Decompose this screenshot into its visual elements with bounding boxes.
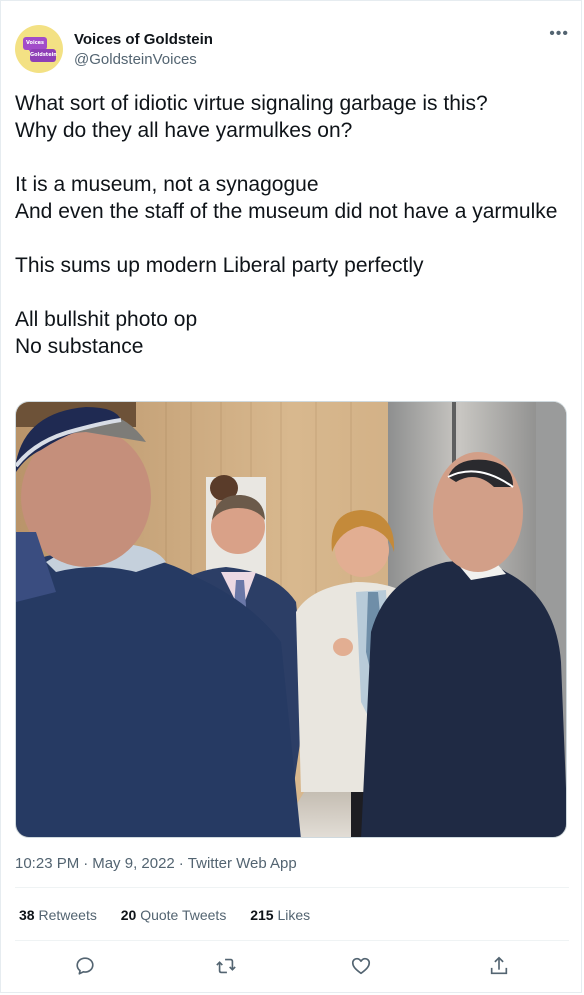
likes-label: Likes [277,907,311,923]
reply-icon [76,957,94,975]
tweet-source[interactable]: Twitter Web App [188,855,297,872]
quote-tweets-count: 20 [120,907,137,923]
like-button[interactable] [347,952,375,980]
tweet-header: Voices of Goldstein Voices of Goldstein … [15,25,571,77]
heart-icon [351,957,371,975]
tweet-photo[interactable] [15,401,567,838]
avatar-logo-bottom: Goldstein [30,49,57,62]
meta-separator: · [83,855,89,872]
author-handle[interactable]: @GoldsteinVoices [74,51,197,68]
tweet-card: Voices of Goldstein Voices of Goldstein … [0,0,582,993]
quote-tweets-label: Quote Tweets [140,907,227,923]
tweet-actions [15,952,569,980]
tweet-time[interactable]: 10:23 PM [15,855,79,872]
retweet-button[interactable] [212,952,240,980]
tweet-date[interactable]: May 9, 2022 [92,855,175,872]
retweets-label: Retweets [38,907,97,923]
divider [15,887,569,888]
tweet-stats: 38 Retweets 20 Quote Tweets 215 Likes [19,907,330,923]
divider [15,940,569,941]
retweets-count: 38 [19,907,35,923]
retweet-icon [216,958,236,974]
share-icon [490,956,508,975]
meta-separator: · [178,855,184,872]
tweet-text: What sort of idiotic virtue signaling ga… [15,92,558,358]
avatar[interactable]: Voices of Goldstein [15,25,63,73]
photo-illustration [16,402,566,837]
reply-button[interactable] [71,952,99,980]
quote-tweets-stat[interactable]: 20 Quote Tweets [121,907,227,923]
retweets-stat[interactable]: 38 Retweets [19,907,97,923]
tweet-meta: 10:23 PM · May 9, 2022 · Twitter Web App [15,855,297,872]
likes-stat[interactable]: 215 Likes [250,907,310,923]
author-name[interactable]: Voices of Goldstein [74,31,213,48]
likes-count: 215 [250,907,274,923]
share-button[interactable] [485,952,513,980]
more-horizontal-icon[interactable]: ••• [549,25,569,43]
